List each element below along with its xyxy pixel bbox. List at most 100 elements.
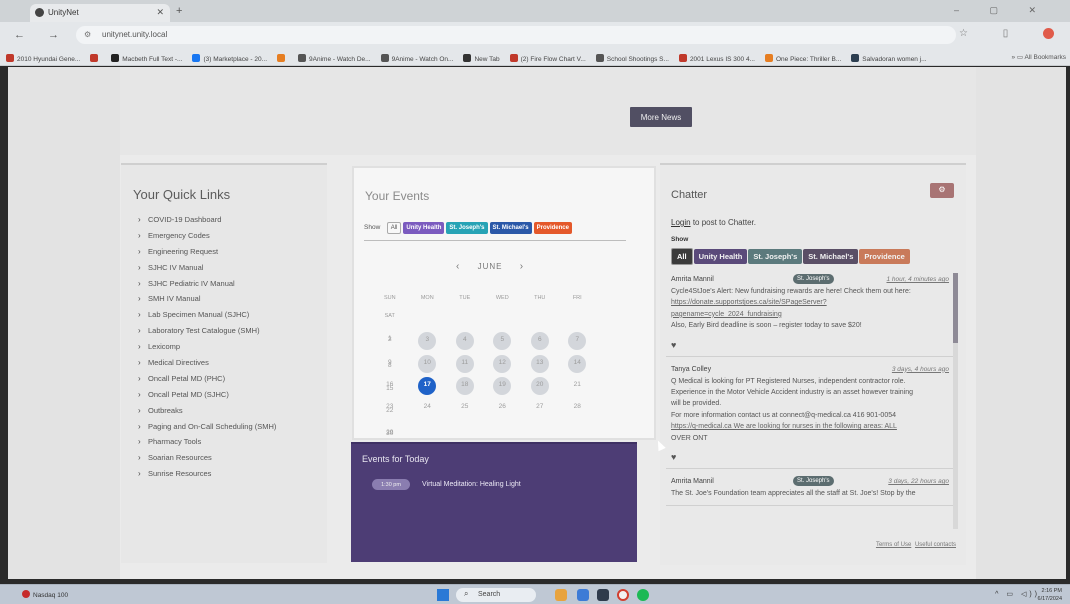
widgets-app-icon[interactable] [555,589,567,601]
store-app-icon[interactable] [597,589,609,601]
quick-link-label: Laboratory Test Catalogue (SMH) [148,326,260,336]
page-right-gutter [976,67,1066,579]
all-bookmarks-button[interactable]: » ▭ All Bookmarks [1007,53,1066,61]
quick-link-item[interactable]: › COVID-19 Dashboard [138,215,276,231]
quick-link-item[interactable]: › Lexicomp [138,342,276,358]
address-bar[interactable]: ⚙ unitynet.unity.local [76,26,956,44]
chatter-filter-button[interactable]: St. Michael's [803,249,859,264]
post-text-line: Also, Early Bird deadline is soon – regi… [671,322,862,330]
bookmark-item[interactable]: New Tab [463,54,500,63]
quick-link-item[interactable]: › Pharmacy Tools [138,437,276,453]
quick-link-item[interactable]: › Oncall Petal MD (SJHC) [138,390,276,406]
post-link[interactable]: https://donate.supportstjoes.ca/site/SPa… [671,299,827,306]
bookmark-item[interactable]: (2) Fire Flow Chart V... [509,54,586,63]
chatter-footer-links: Terms of Use Useful contacts [874,542,956,548]
toolbar-right-icons[interactable]: ☆ ▯ [959,28,1054,39]
quick-link-label: Pharmacy Tools [148,437,202,447]
quick-link-item[interactable]: › Emergency Codes [138,231,276,247]
event-filter-button[interactable]: St. Joseph's [446,221,488,234]
bookmark-item[interactable]: Salvadoran women j... [851,54,927,63]
post-body: The St. Joe's Foundation team appreciate… [671,488,951,499]
post-timestamp[interactable]: 3 days, 4 hours ago [892,366,949,373]
chatter-filter-button[interactable]: Unity Health [693,249,748,264]
chatter-filter-button[interactable]: St. Joseph's [748,249,803,264]
quick-link-item[interactable]: › Soarian Resources [138,453,276,469]
like-heart-icon[interactable]: ♥ [671,340,951,350]
site-info-icon[interactable]: ⚙ [84,30,91,39]
post-timestamp[interactable]: 3 days, 22 hours ago [888,478,949,485]
contacts-link[interactable]: Useful contacts [915,542,956,548]
quick-link-item[interactable]: › SJHC IV Manual [138,263,276,279]
event-filter-button[interactable]: Providence [533,221,572,234]
bookmark-label: School Shootings S... [606,56,669,63]
event-filter-button[interactable]: Unity Health [403,221,445,234]
bookmark-item[interactable]: (3) Marketplace - 20... [192,54,267,63]
event-filter-button[interactable]: St. Michael's [489,221,532,234]
calendar-day-number: 24 [423,403,431,410]
profile-avatar[interactable] [1043,28,1054,39]
chatter-filter-button[interactable]: Providence [859,249,910,264]
bookmark-item[interactable]: 9Anime - Watch On... [380,54,453,63]
quick-link-item[interactable]: › Engineering Request [138,247,276,263]
windows-start-icon[interactable] [437,589,449,601]
bookmark-item[interactable] [277,54,288,63]
quick-link-item[interactable]: › Medical Directives [138,358,276,374]
quick-link-item[interactable]: › SJHC Pediatric IV Manual [138,279,276,295]
calendar-day-number: 23 [386,403,394,410]
tab-title: UnityNet [48,8,79,17]
taskbar-search[interactable]: ⌕ Search [456,588,536,602]
quick-link-item[interactable]: › Sunrise Resources [138,469,276,485]
post-author[interactable]: Amrita Mannil [671,276,714,283]
browser-tab[interactable]: UnityNet ✕ [30,4,170,22]
gear-icon[interactable]: ⚙ [930,183,954,198]
post-link[interactable]: https://q-medical.ca We are looking for … [671,423,897,430]
browser-toolbar: ← → ⟳ ⚙ unitynet.unity.local ☆ ▯ [0,22,1070,48]
like-heart-icon[interactable]: ♥ [671,452,951,462]
quick-link-item[interactable]: › Laboratory Test Catalogue (SMH) [138,326,276,342]
terms-link[interactable]: Terms of Use [876,542,911,548]
event-link[interactable]: Virtual Meditation: Healing Light [422,481,521,488]
taskbar-clock[interactable]: 2:16 PM 6/17/2024 [1038,587,1062,603]
feed-scrollbar[interactable] [953,273,958,529]
spotify-app-icon[interactable] [637,589,649,601]
event-filter-all[interactable]: All [386,221,402,234]
scrollbar-thumb[interactable] [953,273,958,343]
events-filter-row: Show All Unity Health St. Joseph's St. Mich… [364,219,574,234]
post-link[interactable]: pagename=cycle_2024_fundraising [671,311,782,318]
file-explorer-icon[interactable] [577,589,589,601]
quick-link-item[interactable]: › Oncall Petal MD (PHC) [138,374,276,390]
post-author[interactable]: Tanya Colley [671,366,711,373]
quick-link-item[interactable]: › Paging and On-Call Scheduling (SMH) [138,422,276,438]
bookmark-item[interactable]: 2001 Lexus IS 300 4... [678,54,755,63]
chrome-app-icon[interactable] [617,589,629,601]
chatter-filter-all[interactable]: All [671,248,693,265]
system-tray[interactable]: ^ ▭ ◁)) [995,590,1040,598]
events-show-label: Show [364,224,381,232]
bookmark-item[interactable]: 9Anime - Watch De... [298,54,371,63]
calendar-day-number: 20 [536,381,544,388]
bookmark-item[interactable]: 2010 Hyundai Gene... [6,54,80,63]
bookmark-item[interactable]: Macbeth Full Text -... [111,54,182,63]
new-tab-icon[interactable]: + [176,5,182,17]
next-month-button[interactable]: › [520,261,524,272]
bookmark-item[interactable]: School Shootings S... [595,54,669,63]
prev-month-button[interactable]: ‹ [456,261,460,272]
window-controls[interactable]: – ▢ ✕ [954,5,1050,16]
login-link[interactable]: Login [671,218,691,227]
post-meta: Amrita Mannil St. Joseph's 3 days, 22 hour… [671,475,951,488]
quick-link-item[interactable]: › Outbreaks [138,406,276,422]
calendar-day-number: 19 [498,381,506,388]
bookmark-item[interactable] [90,54,101,63]
post-timestamp[interactable]: 1 hour, 4 minutes ago [886,276,949,283]
bookmark-item[interactable]: One Piece: Thriller B... [765,54,841,63]
more-news-button[interactable]: More News [630,107,692,127]
calendar-day-number: 13 [536,359,544,366]
stock-ticker-widget[interactable]: Nasdaq 100 [22,590,68,599]
quick-link-item[interactable]: › SMH IV Manual [138,294,276,310]
calendar-day-number: 6 [537,336,542,343]
calendar-empty-cell [559,304,597,322]
chatter-feed[interactable]: Amrita Mannil St. Joseph's 1 hour, 4 minut… [666,273,956,529]
close-tab-icon[interactable]: ✕ [156,7,164,18]
quick-link-item[interactable]: › Lab Specimen Manual (SJHC) [138,310,276,326]
post-author[interactable]: Amrita Mannil [671,478,714,485]
